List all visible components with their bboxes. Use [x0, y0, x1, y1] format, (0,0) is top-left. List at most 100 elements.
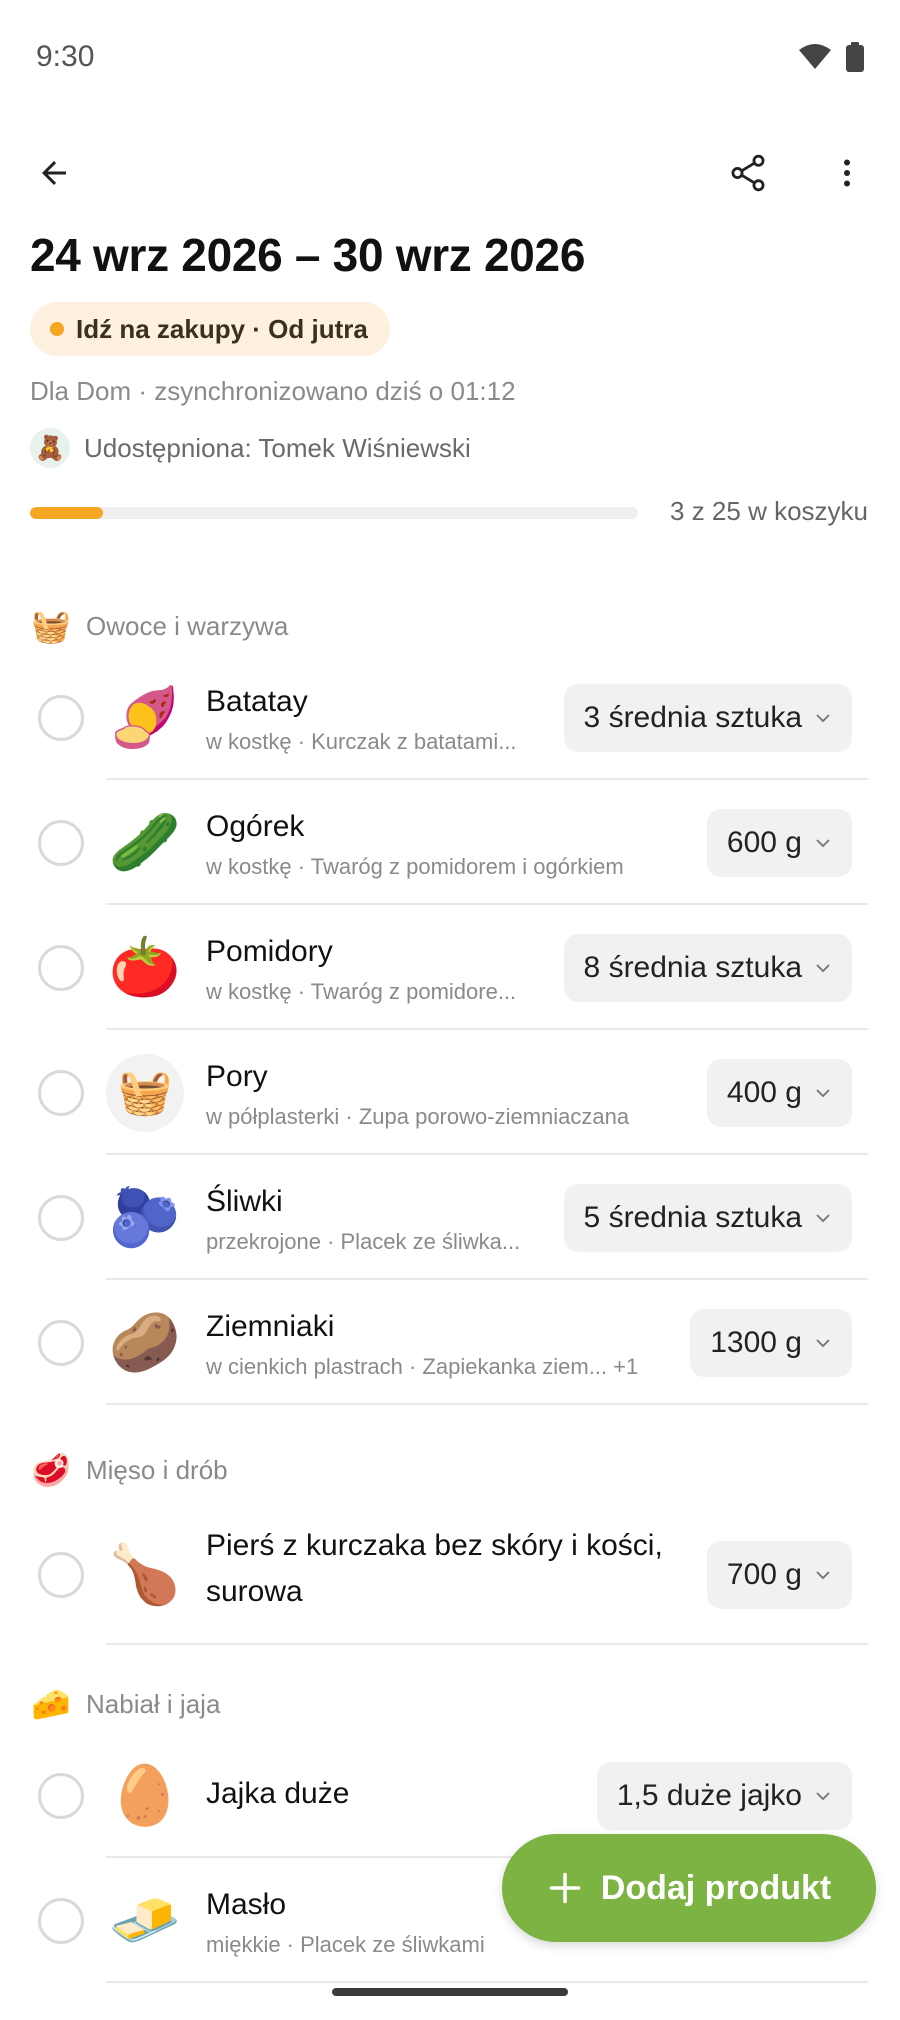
butter-icon: 🧈: [108, 1888, 182, 1953]
share-button[interactable]: [716, 141, 780, 205]
item-name-line-2: surowa: [206, 1575, 303, 1608]
item-name: Pory: [206, 1060, 268, 1093]
status-bar: 9:30: [0, 0, 900, 115]
chevron-down-icon: [816, 714, 830, 723]
item-checkbox[interactable]: [38, 1552, 84, 1598]
back-button[interactable]: [22, 141, 86, 205]
status-dot: [50, 322, 64, 336]
quantity-value: 3 średnia sztuka: [583, 701, 802, 734]
section-title: Nabiał i jaja: [86, 1688, 221, 1719]
cucumber-icon: 🥒: [108, 810, 182, 875]
egg-icon: 🥚: [108, 1763, 182, 1828]
quantity-dropdown[interactable]: 5 średnia sztuka: [563, 1184, 852, 1252]
chevron-down-icon: [816, 964, 830, 973]
sync-info: Dla Dom · zsynchronizowano dziś o 01:12: [30, 376, 516, 406]
divider: [106, 1403, 868, 1405]
item-name: Ziemniaki: [206, 1310, 335, 1343]
item-name-line-1: Pierś z kurczaka bez skóry i kości,: [206, 1529, 663, 1562]
item-name: Jajka duże: [206, 1777, 350, 1810]
chevron-down-icon: [816, 839, 830, 848]
list-item[interactable]: 🍗 Pierś z kurczaka bez skóry i kości, su…: [0, 1505, 900, 1645]
chevron-down-icon: [816, 1089, 830, 1098]
arrow-left-icon: [42, 161, 66, 185]
item-name: Masło: [206, 1888, 287, 1921]
share-icon: [731, 154, 765, 192]
quantity-dropdown[interactable]: 700 g: [706, 1541, 852, 1609]
quantity-value: 1,5 duże jajko: [616, 1779, 802, 1812]
item-subtitle: w kostkę · Twaróg z pomidorem i ogórkiem: [206, 854, 624, 879]
plus-icon: [549, 1872, 581, 1904]
page-title: 24 wrz 2026 – 30 wrz 2026: [30, 229, 586, 281]
shared-with-label: Udostępniona: Tomek Wiśniewski: [84, 432, 471, 463]
item-subtitle: w kostkę · Kurczak z batatami...: [206, 729, 517, 754]
chevron-down-icon: [816, 1339, 830, 1348]
item-checkbox[interactable]: [38, 1320, 84, 1366]
quantity-dropdown[interactable]: 8 średnia sztuka: [563, 934, 852, 1002]
meat-icon: 🥩: [31, 1452, 71, 1488]
item-checkbox[interactable]: [38, 820, 84, 866]
item-subtitle: miękkie · Placek ze śliwkami: [206, 1932, 485, 1957]
item-name: Batatay: [206, 685, 308, 718]
chevron-down-icon: [816, 1792, 830, 1801]
quantity-dropdown[interactable]: 1300 g: [690, 1309, 852, 1377]
list-item[interactable]: 🍠 Batatay w kostkę · Kurczak z batatami.…: [0, 655, 900, 780]
item-checkbox[interactable]: [38, 1070, 84, 1116]
leek-icon: 🧺: [106, 1054, 184, 1132]
more-options-button[interactable]: [815, 141, 879, 205]
avatar: 🧸: [30, 428, 70, 468]
divider: [106, 1643, 868, 1645]
item-checkbox[interactable]: [38, 695, 84, 741]
status-chip-label: Idź na zakupy · Od jutra: [76, 313, 368, 344]
home-indicator: [332, 1988, 568, 1996]
item-checkbox[interactable]: [38, 1195, 84, 1241]
potato-icon: 🥔: [108, 1310, 182, 1375]
chicken-breast-icon: 🍗: [108, 1542, 182, 1607]
item-checkbox[interactable]: [38, 1773, 84, 1819]
list-item[interactable]: 🫐 Śliwki przekrojone · Placek ze śliwka.…: [0, 1155, 900, 1280]
quantity-dropdown[interactable]: 600 g: [706, 809, 852, 877]
item-subtitle: przekrojone · Placek ze śliwka...: [206, 1229, 521, 1254]
section-header-produce: 🧺 Owoce i warzywa: [30, 605, 288, 647]
list-item[interactable]: 🥔 Ziemniaki w cienkich plastrach · Zapie…: [0, 1280, 900, 1405]
status-time: 9:30: [36, 40, 95, 73]
quantity-dropdown[interactable]: 3 średnia sztuka: [563, 684, 852, 752]
tomato-icon: 🍅: [108, 935, 182, 1000]
item-checkbox[interactable]: [38, 1898, 84, 1944]
wifi-icon: [798, 43, 832, 76]
divider: [106, 1981, 868, 1983]
item-name: Pomidory: [206, 935, 333, 968]
quantity-dropdown[interactable]: 400 g: [706, 1059, 852, 1127]
section-header-meat: 🥩 Mięso i drób: [30, 1449, 228, 1491]
list-item[interactable]: 🥒 Ogórek w kostkę · Twaróg z pomidorem i…: [0, 780, 900, 905]
section-title: Mięso i drób: [86, 1454, 228, 1485]
list-item[interactable]: 🧺 Pory w półplasterki · Zupa porowo-ziem…: [0, 1030, 900, 1155]
item-subtitle: w półplasterki · Zupa porowo-ziemniaczan…: [206, 1104, 630, 1129]
status-chip[interactable]: Idź na zakupy · Od jutra: [30, 302, 390, 356]
add-product-label: Dodaj produkt: [600, 1868, 832, 1907]
sweet-potato-icon: 🍠: [108, 685, 182, 750]
app-bar: [0, 135, 900, 215]
section-header-dairy: 🧀 Nabiał i jaja: [30, 1683, 220, 1725]
shared-with-row[interactable]: 🧸 Udostępniona: Tomek Wiśniewski: [30, 428, 471, 468]
item-subtitle: w cienkich plastrach · Zapiekanka ziem..…: [206, 1354, 639, 1379]
item-name: Ogórek: [206, 810, 305, 843]
item-checkbox[interactable]: [38, 945, 84, 991]
chevron-down-icon: [816, 1571, 830, 1580]
quantity-dropdown[interactable]: 1,5 duże jajko: [596, 1762, 852, 1830]
section-title: Owoce i warzywa: [86, 610, 289, 641]
quantity-value: 8 średnia sztuka: [583, 951, 802, 984]
crate-icon: 🧺: [31, 608, 71, 644]
battery-icon: [846, 42, 864, 77]
plum-icon: 🫐: [108, 1185, 182, 1250]
quantity-value: 600 g: [726, 826, 802, 859]
status-icons: [798, 42, 864, 77]
add-product-button[interactable]: Dodaj produkt: [502, 1834, 876, 1942]
cart-progress-bar: [30, 507, 638, 519]
item-name: Śliwki: [206, 1185, 283, 1218]
cart-progress-fill: [30, 507, 103, 519]
quantity-value: 400 g: [726, 1076, 802, 1109]
quantity-value: 700 g: [726, 1558, 802, 1591]
item-subtitle: w kostkę · Twaróg z pomidore...: [206, 979, 517, 1004]
more-vertical-icon: [844, 159, 850, 187]
list-item[interactable]: 🍅 Pomidory w kostkę · Twaróg z pomidore.…: [0, 905, 900, 1030]
